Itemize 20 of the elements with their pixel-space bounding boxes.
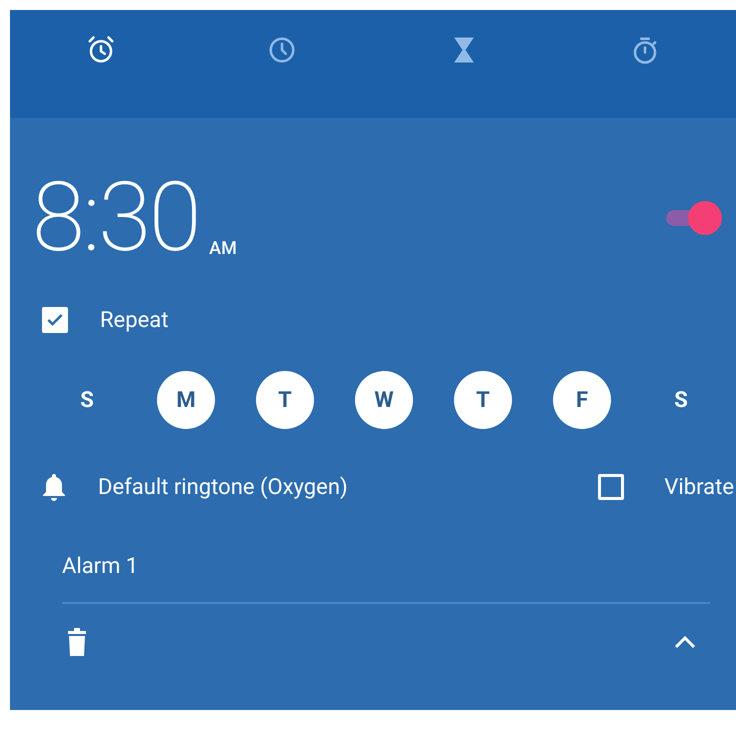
vibrate-label: Vibrate — [664, 474, 734, 502]
alarm-clock-icon — [86, 35, 116, 65]
chevron-up-icon[interactable] — [674, 635, 696, 649]
day-toggle[interactable]: S — [58, 371, 116, 429]
day-toggle[interactable]: S — [652, 371, 710, 429]
ringtone-label[interactable]: Default ringtone (Oxygen) — [98, 470, 348, 504]
repeat-checkbox[interactable] — [42, 307, 68, 333]
day-toggle[interactable]: W — [355, 371, 413, 429]
am-pm-label: AM — [209, 237, 237, 261]
day-toggle[interactable]: M — [157, 371, 215, 429]
clock-icon — [267, 35, 298, 65]
day-toggle[interactable]: T — [454, 371, 512, 429]
trash-icon[interactable] — [68, 628, 86, 656]
vibrate-checkbox[interactable] — [598, 474, 624, 500]
repeat-label: Repeat — [100, 306, 168, 334]
day-toggle[interactable]: F — [553, 371, 611, 429]
label-field[interactable]: Alarm 1 — [62, 530, 710, 604]
bell-icon — [42, 472, 66, 502]
alarm-time[interactable]: 8:30 — [32, 170, 200, 266]
day-toggle[interactable]: T — [256, 371, 314, 429]
